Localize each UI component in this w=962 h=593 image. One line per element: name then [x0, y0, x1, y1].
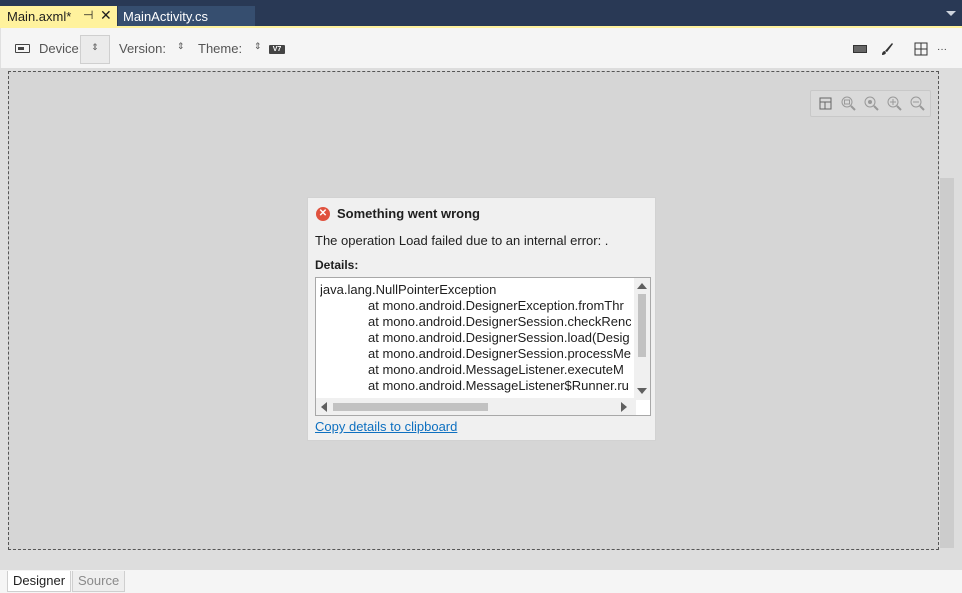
error-panel: ✕ Something went wrong The operation Loa… [307, 197, 656, 441]
zoom-out-icon[interactable] [909, 95, 926, 112]
document-tab-strip: Main.axml* ⊣ ✕ MainActivity.cs [0, 0, 962, 27]
details-line: at mono.android.MessageListener.executeM [368, 362, 624, 377]
tab-main-axml-label: Main.axml* [7, 9, 72, 24]
details-line: at mono.android.DesignerSession.load(Des… [368, 330, 630, 345]
tab-mainactivity-cs[interactable]: MainActivity.cs [118, 6, 255, 27]
theme-v7-badge[interactable]: V7 [269, 45, 285, 54]
more-icon: ··· [937, 43, 947, 55]
tab-designer[interactable]: Designer [7, 571, 72, 592]
device-label: Device: [39, 41, 83, 56]
version-spinner-icon[interactable]: ⇕ [177, 42, 185, 51]
details-line: at mono.android.MessageListener$Runner.r… [368, 378, 629, 393]
device-combo[interactable]: ⇕ [80, 35, 110, 64]
designer-toolbar: Device: ⇕ Version: ⇕ Theme: ⇕ V7 ··· [0, 28, 962, 68]
details-line: java.lang.NullPointerException [320, 282, 497, 297]
details-textbox[interactable]: java.lang.NullPointerException at mono.a… [315, 277, 651, 416]
zoom-actual-icon[interactable] [863, 95, 880, 112]
details-label: Details: [315, 258, 359, 272]
surface-scroll-shadow [940, 178, 954, 548]
error-title: Something went wrong [337, 206, 480, 221]
zoom-toolbar [810, 90, 931, 117]
details-line: at mono.android.DesignerSession.checkRen… [368, 314, 631, 329]
device-frame-button[interactable] [849, 40, 871, 58]
brush-icon [882, 43, 893, 55]
details-content: java.lang.NullPointerException at mono.a… [320, 282, 631, 396]
details-line: at mono.android.DesignerSession.processM… [368, 346, 631, 361]
view-tab-bar: Designer Source [0, 570, 962, 593]
layout-icon[interactable] [817, 95, 834, 112]
pin-icon[interactable]: ⊣ [83, 8, 93, 22]
device-icon [15, 44, 30, 53]
tab-main-axml[interactable]: Main.axml* ⊣ ✕ [0, 6, 117, 27]
close-icon[interactable]: ✕ [100, 7, 112, 24]
version-label: Version: [119, 41, 166, 56]
copy-details-link[interactable]: Copy details to clipboard [315, 419, 457, 434]
scroll-thumb[interactable] [638, 294, 646, 357]
error-message: The operation Load failed due to an inte… [315, 233, 609, 248]
overflow-button[interactable]: ··· [934, 40, 950, 58]
scroll-left-arrow-icon[interactable] [321, 402, 327, 412]
details-line: at mono.android.DesignerException.fromTh… [368, 298, 624, 313]
device-spinner-icon: ⇕ [91, 42, 99, 52]
theme-label: Theme: [198, 41, 243, 56]
scroll-thumb[interactable] [333, 403, 488, 411]
tab-overflow-dropdown-icon[interactable] [946, 11, 956, 16]
device-frame-icon [853, 45, 867, 53]
grid-icon [914, 42, 928, 56]
brush-button[interactable] [876, 40, 898, 58]
zoom-in-icon[interactable] [886, 95, 903, 112]
grid-button[interactable] [910, 40, 932, 58]
scroll-right-arrow-icon[interactable] [621, 402, 627, 412]
scroll-up-arrow-icon[interactable] [637, 283, 647, 289]
zoom-fit-icon[interactable] [840, 95, 857, 112]
scroll-down-arrow-icon[interactable] [637, 388, 647, 394]
error-icon: ✕ [316, 207, 330, 221]
details-vertical-scrollbar[interactable] [634, 278, 650, 400]
details-horizontal-scrollbar[interactable] [316, 398, 636, 415]
tab-source[interactable]: Source [72, 571, 126, 592]
tab-mainactivity-cs-label: MainActivity.cs [123, 9, 208, 24]
theme-spinner-icon[interactable]: ⇕ [254, 42, 262, 51]
